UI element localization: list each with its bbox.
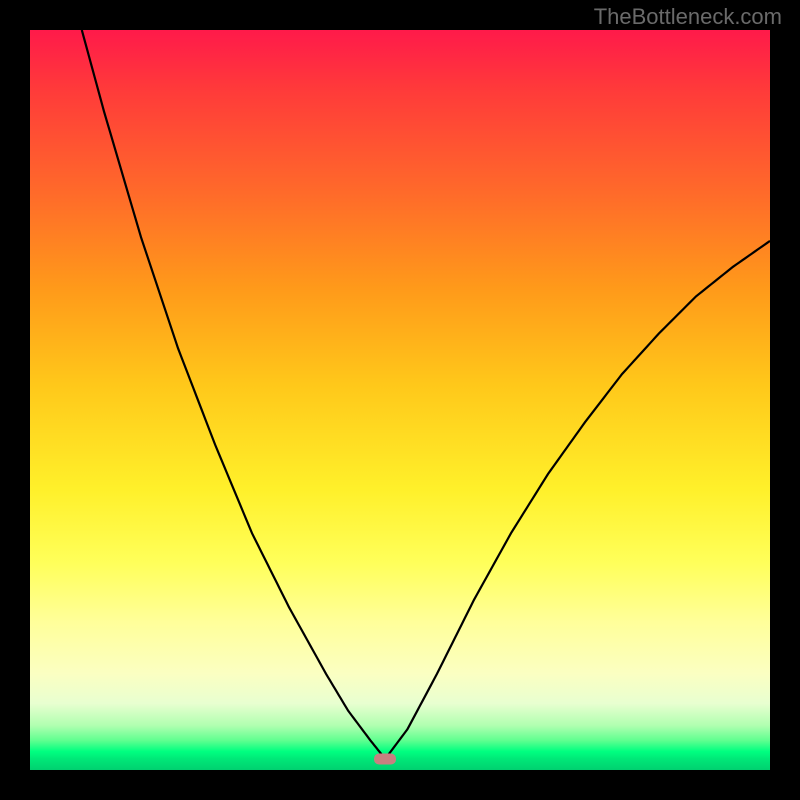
minimum-marker [374, 753, 396, 764]
bottleneck-curve [82, 30, 770, 759]
curve-svg [30, 30, 770, 770]
watermark-text: TheBottleneck.com [594, 4, 782, 30]
plot-area [30, 30, 770, 770]
